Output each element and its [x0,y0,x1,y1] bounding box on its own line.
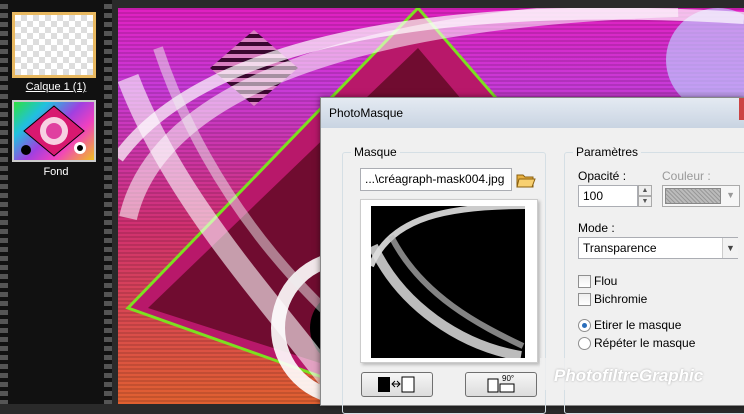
etirer-radio[interactable] [578,319,591,332]
color-label: Couleur : [662,169,711,183]
opacity-stepper[interactable]: ▲ ▼ [638,185,652,207]
flou-label[interactable]: Flou [594,274,617,288]
opacity-up-icon[interactable]: ▲ [638,185,652,196]
dialog-titlebar[interactable]: PhotoMasque [321,98,744,128]
rotate-label: 90° [502,374,515,383]
fond-thumbnail-art [21,105,86,157]
params-group-label: Paramètres [573,145,642,159]
close-button[interactable] [739,98,744,120]
layer-label-fond[interactable]: Fond [8,166,104,178]
mode-select[interactable]: Transparence [578,237,738,259]
invert-mask-icon [378,376,415,393]
invert-mask-button[interactable] [361,372,433,397]
watermark: PhotofiltreGraphic [540,358,744,390]
mask-group-label: Masque [351,145,400,159]
bichromie-label[interactable]: Bichromie [594,292,647,306]
layers-panel: Calque 1 (1) Fond [0,0,112,404]
rotate-flip-icon [487,378,515,393]
color-swatch [665,188,721,204]
repeter-radio[interactable] [578,337,591,350]
bichromie-checkbox[interactable] [578,293,591,306]
layer-label-calque1[interactable]: Calque 1 (1) [8,81,104,93]
dialog-title: PhotoMasque [329,106,404,120]
mode-label: Mode : [578,221,615,235]
open-folder-icon[interactable] [515,169,537,189]
film-strip-left [0,0,8,404]
film-strip-right [104,0,112,404]
color-picker[interactable]: ▼ [662,185,740,207]
opacity-label: Opacité : [578,169,627,183]
rotate-mask-button[interactable]: 90° [465,372,537,397]
etirer-label[interactable]: Etirer le masque [594,318,681,332]
opacity-input[interactable]: 100 [578,185,638,207]
repeter-label[interactable]: Répéter le masque [594,336,695,350]
mode-dropdown-icon[interactable]: ▼ [722,238,738,258]
opacity-down-icon[interactable]: ▼ [638,196,652,207]
layer-thumbnail-calque1[interactable] [12,12,96,78]
mask-preview [371,206,525,358]
layer-thumbnail-fond[interactable] [12,100,96,162]
flou-checkbox[interactable] [578,275,591,288]
watermark-text: PhotofiltreGraphic [554,366,704,385]
mask-file-field[interactable]: ...\créagraph-mask004.jpg [360,168,512,191]
chevron-down-icon: ▼ [726,190,735,200]
mask-preview-frame [360,199,538,363]
